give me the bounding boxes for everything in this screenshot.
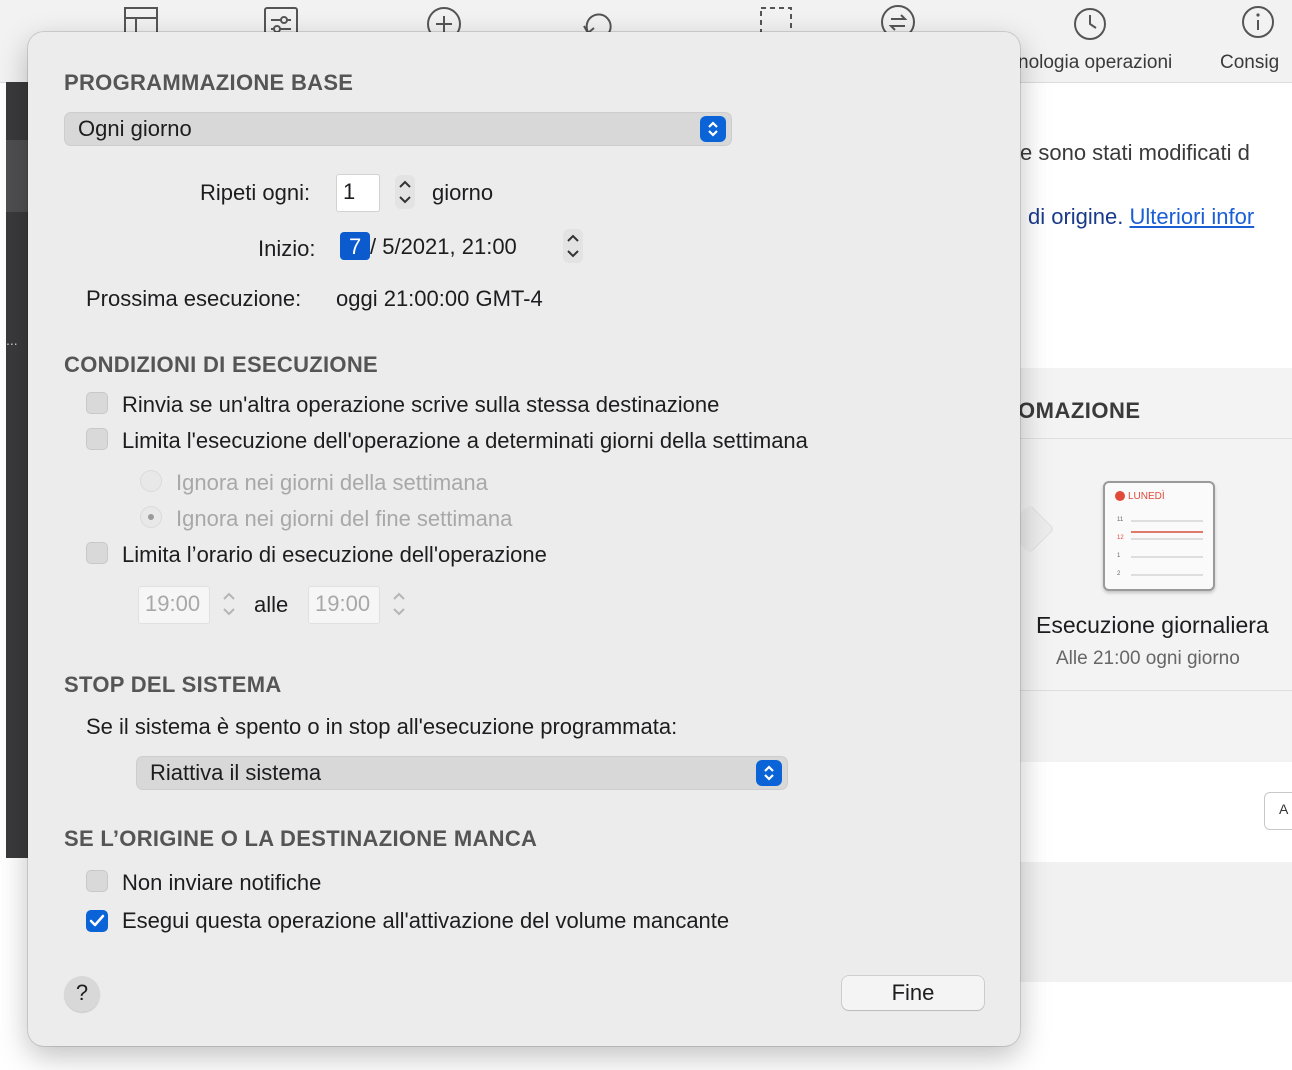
limit-days-label[interactable]: Limita l'esecuzione dell'operazione a de… bbox=[122, 428, 808, 454]
start-date-stepper[interactable] bbox=[562, 228, 584, 264]
conditions-title: CONDIZIONI DI ESECUZIONE bbox=[64, 352, 378, 377]
clock-icon[interactable] bbox=[1070, 4, 1110, 40]
sleep-action-value: Riattiva il sistema bbox=[150, 760, 322, 785]
chevron-updown-icon bbox=[756, 760, 782, 786]
toolbar-label-history[interactable]: nologia operazioni bbox=[1018, 52, 1172, 74]
basic-schedule-title: PROGRAMMAZIONE BASE bbox=[64, 70, 354, 95]
next-run-label: Prossima esecuzione: bbox=[86, 286, 302, 311]
run-on-mount-label[interactable]: Esegui questa operazione all'attivazione… bbox=[122, 908, 729, 934]
start-day-segment[interactable]: 7 bbox=[340, 232, 370, 260]
missing-volume-title: SE L’ORIGINE O LA DESTINAZIONE MANCA bbox=[64, 826, 538, 851]
frequency-value: Ogni giorno bbox=[78, 116, 192, 141]
limit-days-checkbox[interactable] bbox=[86, 428, 108, 450]
repeat-stepper[interactable] bbox=[394, 174, 416, 210]
start-date-field[interactable]: 7 / 5/2021, 21:00 bbox=[334, 228, 556, 266]
run-on-mount-checkbox[interactable] bbox=[86, 910, 108, 932]
frequency-select[interactable]: Ogni giorno bbox=[64, 112, 732, 146]
sleep-description: Se il sistema è spento o in stop all'ese… bbox=[86, 714, 678, 739]
info-icon[interactable] bbox=[1238, 4, 1278, 40]
no-notify-checkbox[interactable] bbox=[86, 870, 108, 892]
limit-time-checkbox[interactable] bbox=[86, 542, 108, 564]
done-button[interactable]: Fine bbox=[842, 976, 984, 1010]
defer-label[interactable]: Rinvia se un'altra operazione scrive sul… bbox=[122, 392, 719, 418]
repeat-unit: giorno bbox=[432, 180, 494, 205]
ignore-weekdays-radio[interactable] bbox=[140, 470, 162, 492]
no-notify-label[interactable]: Non inviare notifiche bbox=[122, 870, 321, 896]
schedule-summary-title: Esecuzione giornaliera bbox=[1036, 612, 1269, 638]
time-from-stepper[interactable] bbox=[218, 586, 240, 622]
background-lower-area bbox=[1018, 862, 1292, 982]
background-text-modified: e sono stati modificati d bbox=[1020, 140, 1250, 165]
ellipsis-icon: ... bbox=[6, 332, 18, 348]
time-from-field[interactable]: 19:00 bbox=[138, 586, 210, 624]
time-to-stepper[interactable] bbox=[388, 586, 410, 622]
limit-time-label[interactable]: Limita l’orario di esecuzione dell'opera… bbox=[122, 542, 547, 568]
ignore-weekdays-label[interactable]: Ignora nei giorni della settimana bbox=[176, 470, 488, 496]
time-to-field[interactable]: 19:00 bbox=[308, 586, 380, 624]
more-info-link[interactable]: Ulteriori infor bbox=[1130, 204, 1255, 229]
schedule-section-title: OMAZIONE bbox=[1018, 398, 1141, 423]
help-button[interactable]: ? bbox=[64, 976, 100, 1012]
schedule-summary-subtitle: Alle 21:00 ogni giorno bbox=[1056, 648, 1240, 669]
calendar-icon[interactable]: LUNEDÌ 11 12 1 2 bbox=[1103, 481, 1215, 591]
ignore-weekend-radio[interactable] bbox=[140, 506, 162, 528]
background-text-origin: di origine. Ulteriori infor bbox=[1028, 204, 1255, 229]
sidebar-edge bbox=[6, 82, 28, 858]
ignore-weekend-label[interactable]: Ignora nei giorni del fine settimana bbox=[176, 506, 512, 532]
time-separator: alle bbox=[254, 592, 289, 617]
next-run-value: oggi 21:00:00 GMT-4 bbox=[336, 286, 543, 311]
background-button[interactable]: A bbox=[1264, 792, 1292, 830]
repeat-label: Ripeti ogni: bbox=[200, 180, 311, 205]
chevron-updown-icon bbox=[700, 116, 726, 142]
start-date-rest: / 5/2021, 21:00 bbox=[370, 234, 517, 259]
repeat-interval-field[interactable]: 1 bbox=[336, 174, 380, 212]
checkmark-icon bbox=[89, 914, 105, 927]
start-label: Inizio: bbox=[258, 236, 316, 261]
sleep-title: STOP DEL SISTEMA bbox=[64, 672, 282, 697]
toolbar-label-tips[interactable]: Consig bbox=[1220, 52, 1279, 74]
defer-checkbox[interactable] bbox=[86, 392, 108, 414]
sleep-action-select[interactable]: Riattiva il sistema bbox=[136, 756, 788, 790]
